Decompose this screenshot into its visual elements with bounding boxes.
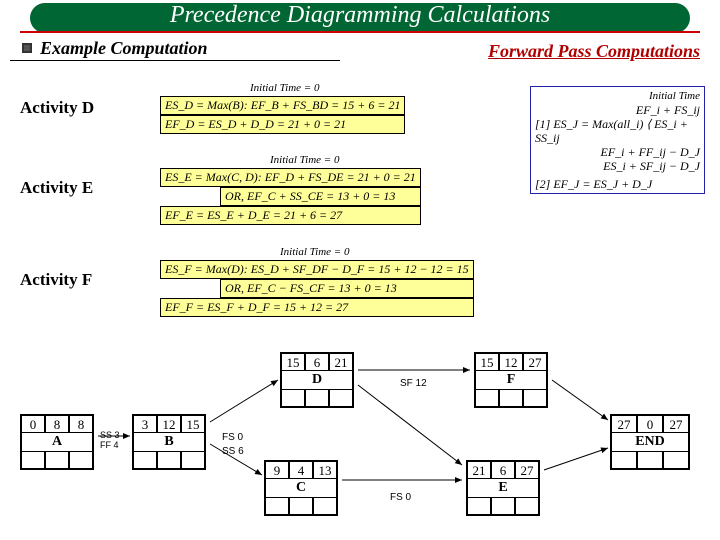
activity-e-label: Activity E [20, 178, 93, 198]
edge-bc-ss: SS 6 [222, 446, 244, 457]
node-f-es: 15 [475, 353, 499, 371]
formula-d-line2: EF_D = ES_D + D_D = 21 + 0 = 21 [160, 115, 405, 134]
node-f-ef: 27 [523, 353, 547, 371]
node-end-ef: 27 [663, 415, 689, 433]
formula-f-line2: OR, EF_C − FS_CF = 13 + 0 = 13 [220, 279, 474, 298]
node-d-es: 15 [281, 353, 305, 371]
node-c-es: 9 [265, 461, 289, 479]
node-b-es: 3 [133, 415, 157, 433]
node-d-ef: 21 [329, 353, 353, 371]
bullet-icon [22, 43, 32, 53]
page-title: Precedence Diagramming Calculations [0, 2, 720, 29]
side-l5: [2] EF_J = ES_J + D_J [535, 177, 700, 191]
node-a-d: 8 [45, 415, 69, 433]
activity-d-label: Activity D [20, 98, 94, 118]
formula-f-initial: Initial Time = 0 [280, 246, 349, 258]
node-b-ef: 15 [181, 415, 205, 433]
side-l1: EF_i + FS_ij [535, 103, 700, 117]
node-e: 21 6 27 E [466, 460, 540, 516]
node-end-d: 0 [637, 415, 663, 433]
node-b-d: 12 [157, 415, 181, 433]
node-e-d: 6 [491, 461, 515, 479]
formula-d-line1: ES_D = Max(B): EF_B + FS_BD = 15 + 6 = 2… [160, 96, 405, 115]
activity-f-label: Activity F [20, 270, 92, 290]
formula-e-line2: OR, EF_C + SS_CE = 13 + 0 = 13 [220, 187, 421, 206]
node-end-name: END [611, 433, 689, 451]
node-b: 3 12 15 B [132, 414, 206, 470]
node-f-name: F [475, 371, 547, 389]
edge-ce-fs: FS 0 [390, 492, 411, 503]
formula-e-line3: EF_E = ES_E + D_E = 21 + 6 = 27 [160, 206, 421, 225]
node-end-es: 27 [611, 415, 637, 433]
subtitle: Example Computation [40, 38, 208, 59]
node-end: 27 0 27 END [610, 414, 690, 470]
node-a-es: 0 [21, 415, 45, 433]
node-c-ef: 13 [313, 461, 337, 479]
formula-d-group: Initial Time = 0 ES_D = Max(B): EF_B + F… [160, 86, 405, 134]
side-l4: ES_i + SF_ij − D_J [535, 159, 700, 173]
node-e-name: E [467, 479, 539, 497]
subtitle-underline [10, 60, 340, 61]
side-formula-box: Initial Time EF_i + FS_ij [1] ES_J = Max… [530, 86, 705, 194]
formula-e-group: Initial Time = 0 ES_E = Max(C, D): EF_D … [160, 158, 421, 225]
formula-f-group: Initial Time = 0 ES_F = Max(D): ES_D + S… [160, 250, 474, 317]
node-f: 15 12 27 F [474, 352, 548, 408]
node-c-name: C [265, 479, 337, 497]
node-a-name: A [21, 433, 93, 451]
formula-d-initial: Initial Time = 0 [250, 82, 319, 94]
node-a: 0 8 8 A [20, 414, 94, 470]
node-c: 9 4 13 C [264, 460, 338, 516]
edge-ab-ssff: SS 3FF 4 [100, 430, 120, 450]
title-underline [20, 31, 700, 33]
side-top-label: Initial Time [535, 89, 700, 103]
node-d: 15 6 21 D [280, 352, 354, 408]
node-e-es: 21 [467, 461, 491, 479]
edge-bc-fs: FS 0 [222, 432, 243, 443]
edge-df-sf: SF 12 [400, 378, 427, 389]
node-c-d: 4 [289, 461, 313, 479]
formula-f-line3: EF_F = ES_F + D_F = 15 + 12 = 27 [160, 298, 474, 317]
node-d-d: 6 [305, 353, 329, 371]
node-b-name: B [133, 433, 205, 451]
formula-f-line1: ES_F = Max(D): ES_D + SF_DF − D_F = 15 +… [160, 260, 474, 279]
node-d-name: D [281, 371, 353, 389]
side-l2: [1] ES_J = Max(all_i) ⟨ ES_i + SS_ij [535, 117, 700, 145]
formula-e-line1: ES_E = Max(C, D): EF_D + FS_DE = 21 + 0 … [160, 168, 421, 187]
node-f-d: 12 [499, 353, 523, 371]
forward-pass-heading: Forward Pass Computations [488, 41, 700, 62]
formula-e-initial: Initial Time = 0 [270, 154, 339, 166]
node-e-ef: 27 [515, 461, 539, 479]
node-a-ef: 8 [69, 415, 93, 433]
side-l3: EF_i + FF_ij − D_J [535, 145, 700, 159]
